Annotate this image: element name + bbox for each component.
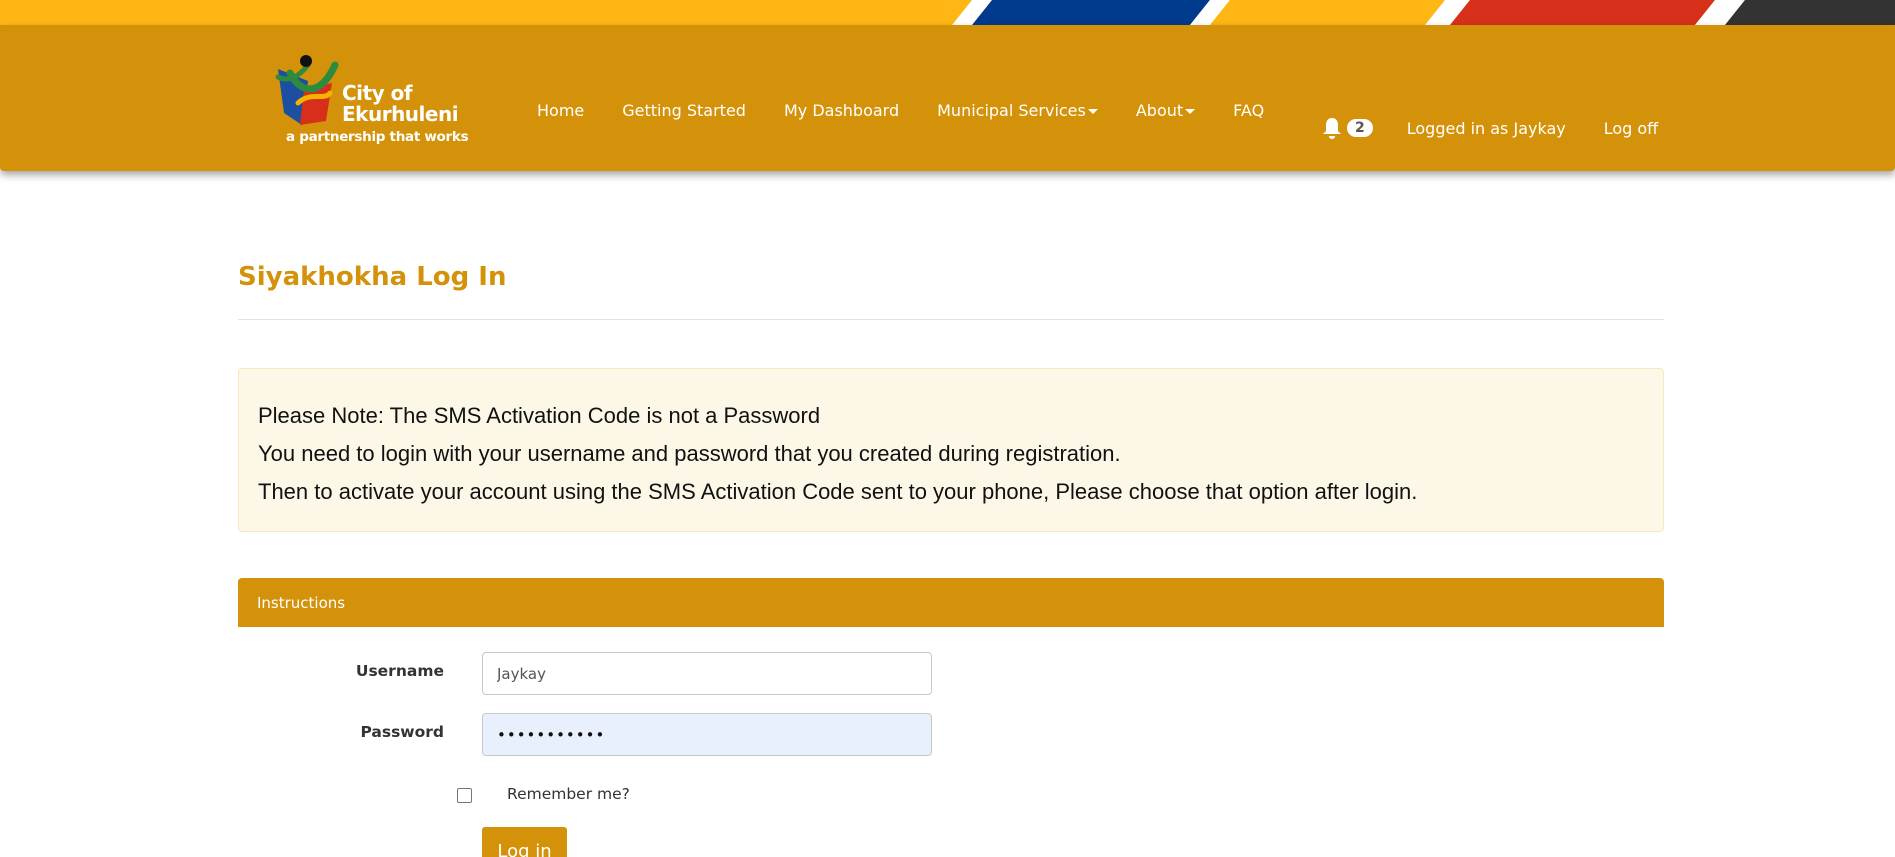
- nav-about-label: About: [1135, 101, 1184, 120]
- bell-icon[interactable]: [1320, 116, 1344, 140]
- city-logo[interactable]: City of Ekurhuleni a partnership that wo…: [268, 53, 478, 148]
- caret-down-icon: [1185, 109, 1196, 114]
- nav-about[interactable]: About: [1117, 101, 1214, 120]
- caret-down-icon: [1087, 109, 1098, 114]
- page-title: Siyakhokha Log In: [238, 262, 507, 292]
- user-nav: 2 Logged in as Jaykay Log off: [1320, 116, 1696, 140]
- logged-in-user-link[interactable]: Logged in as Jaykay: [1407, 119, 1566, 138]
- notice-line-3: Then to activate your account using the …: [258, 479, 1418, 504]
- nav-faq[interactable]: FAQ: [1214, 101, 1283, 120]
- username-input[interactable]: [482, 652, 932, 695]
- username-label: Username: [355, 662, 444, 680]
- notice-line-2: You need to login with your username and…: [258, 441, 1121, 466]
- nav-municipal-services[interactable]: Municipal Services: [918, 101, 1117, 120]
- login-button[interactable]: Log in: [482, 827, 567, 857]
- logo-tagline: a partnership that works: [286, 129, 469, 145]
- notification-count-badge[interactable]: 2: [1347, 119, 1373, 137]
- top-stripe-banner: [0, 0, 1895, 25]
- notice-line-1: Please Note: The SMS Activation Code is …: [258, 403, 821, 428]
- logo-emblem-icon: [275, 55, 339, 125]
- sms-notice-alert: Please Note: The SMS Activation Code is …: [238, 368, 1664, 532]
- remember-me-checkbox[interactable]: [457, 788, 472, 803]
- log-off-link[interactable]: Log off: [1604, 119, 1658, 138]
- logo-name-line2: Ekurhuleni: [342, 102, 459, 126]
- remember-me-label[interactable]: Remember me?: [507, 785, 630, 803]
- instructions-panel-header[interactable]: Instructions: [238, 578, 1664, 627]
- page: City of Ekurhuleni a partnership that wo…: [0, 0, 1895, 857]
- nav-home[interactable]: Home: [518, 101, 603, 120]
- nav-getting-started[interactable]: Getting Started: [603, 101, 765, 120]
- logo-name: City of Ekurhuleni: [342, 81, 459, 126]
- nav-my-dashboard[interactable]: My Dashboard: [765, 101, 918, 120]
- password-label: Password: [360, 723, 444, 741]
- site-header: City of Ekurhuleni a partnership that wo…: [0, 25, 1895, 171]
- nav-municipal-services-label: Municipal Services: [937, 101, 1086, 120]
- main-nav: Home Getting Started My Dashboard Munici…: [518, 101, 1283, 120]
- password-input[interactable]: [482, 713, 932, 756]
- title-divider: [238, 319, 1664, 320]
- logo-name-line1: City of: [342, 81, 413, 105]
